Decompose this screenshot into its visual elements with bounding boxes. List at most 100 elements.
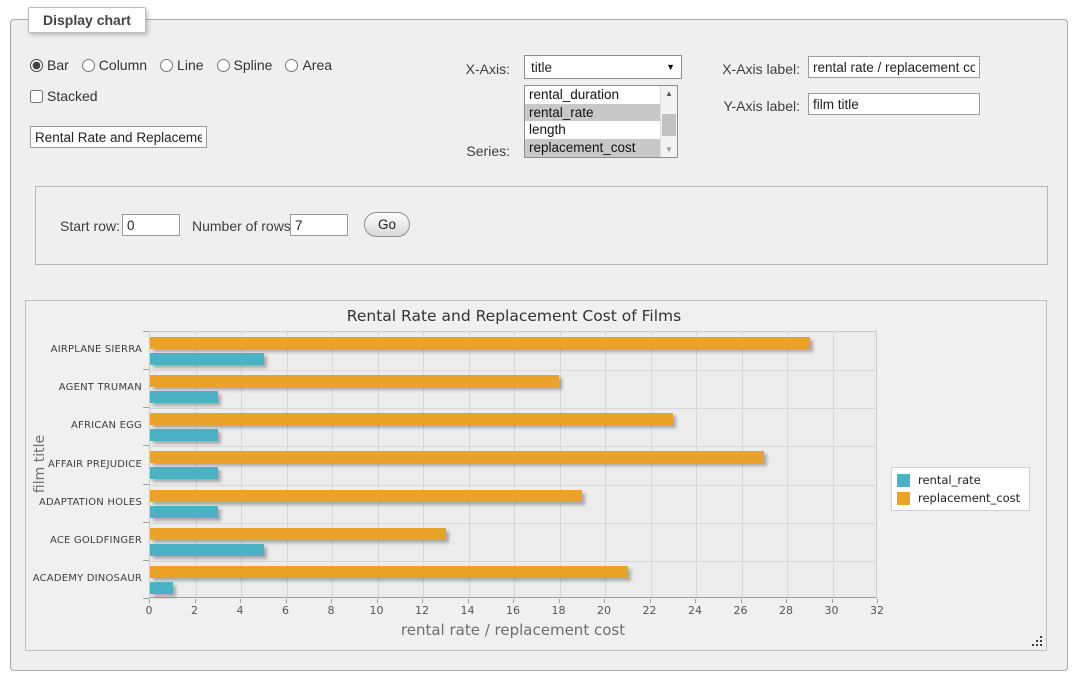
category-label: ACADEMY DINOSAUR xyxy=(30,573,142,584)
chart-title-input[interactable] xyxy=(30,126,207,148)
y-tick xyxy=(143,407,149,408)
bar-replacement_cost xyxy=(150,566,628,578)
scroll-down-icon[interactable]: ▼ xyxy=(661,142,677,157)
x-tick xyxy=(377,599,378,603)
bar-replacement_cost xyxy=(150,413,673,425)
chart-type-radio-spline[interactable] xyxy=(217,59,230,72)
x-tick-label: 32 xyxy=(870,604,884,617)
scrollbar-thumb[interactable] xyxy=(662,114,676,136)
series-select-label: Series: xyxy=(420,143,510,159)
y-tick xyxy=(143,331,149,332)
bar-rental_rate xyxy=(150,582,173,594)
chart-type-radio-area[interactable] xyxy=(285,59,298,72)
gridline xyxy=(241,332,242,597)
x-axis-selected-value: title xyxy=(531,60,552,75)
y-axis-label-input[interactable] xyxy=(808,93,980,115)
chart-type-option-bar[interactable]: Bar xyxy=(30,57,69,73)
start-row-input[interactable] xyxy=(122,214,180,236)
scroll-up-icon[interactable]: ▲ xyxy=(661,86,677,101)
x-tick-label: 20 xyxy=(597,604,611,617)
x-tick-label: 24 xyxy=(688,604,702,617)
x-tick-label: 14 xyxy=(461,604,475,617)
x-tick xyxy=(786,599,787,603)
y-axis-label-caption: Y-Axis label: xyxy=(700,98,800,114)
y-tick xyxy=(143,560,149,561)
x-axis-select[interactable]: title ▼ xyxy=(524,55,682,79)
x-tick xyxy=(513,599,514,603)
go-button[interactable]: Go xyxy=(364,212,410,237)
x-axis-label-input[interactable] xyxy=(808,56,980,78)
row-range-panel: Start row: Number of rows: Go xyxy=(35,186,1048,265)
chart-type-label: Area xyxy=(302,57,332,73)
dropdown-arrow-icon: ▼ xyxy=(666,62,675,72)
gridline xyxy=(287,332,288,597)
x-tick xyxy=(741,599,742,603)
series-option-replacement_cost[interactable]: replacement_cost xyxy=(525,139,660,157)
series-option-rental_duration[interactable]: rental_duration xyxy=(525,86,660,104)
category-label: AFFAIR PREJUDICE xyxy=(30,459,142,470)
x-tick-label: 16 xyxy=(506,604,520,617)
chart-type-option-area[interactable]: Area xyxy=(285,57,332,73)
x-tick xyxy=(331,599,332,603)
panel-title: Display chart xyxy=(43,12,131,28)
gridline xyxy=(696,332,697,597)
gridline xyxy=(332,332,333,597)
gridline xyxy=(787,332,788,597)
x-axis-select-label: X-Axis: xyxy=(420,61,510,77)
chart-type-radio-line[interactable] xyxy=(160,59,173,72)
x-axis-title: rental rate / replacement cost xyxy=(149,621,877,639)
bar-rental_rate xyxy=(150,467,218,479)
x-tick xyxy=(422,599,423,603)
y-tick xyxy=(143,445,149,446)
series-option-length[interactable]: length xyxy=(525,121,660,139)
x-tick xyxy=(695,599,696,603)
legend-item-rental_rate: rental_rate xyxy=(897,473,1020,487)
chart-type-label: Bar xyxy=(47,57,69,73)
start-row-label: Start row: xyxy=(60,218,120,234)
x-tick-label: 12 xyxy=(415,604,429,617)
x-tick xyxy=(559,599,560,603)
x-tick-label: 4 xyxy=(237,604,244,617)
chart-type-radio-column[interactable] xyxy=(82,59,95,72)
number-of-rows-input[interactable] xyxy=(290,214,348,236)
legend-label: replacement_cost xyxy=(918,491,1020,505)
legend-label: rental_rate xyxy=(918,473,981,487)
x-tick-label: 26 xyxy=(734,604,748,617)
category-label: ADAPTATION HOLES xyxy=(30,497,142,508)
bar-replacement_cost xyxy=(150,337,810,349)
y-tick xyxy=(143,522,149,523)
resize-handle-icon[interactable] xyxy=(1031,635,1043,647)
stacked-checkbox[interactable] xyxy=(30,90,43,103)
gridline xyxy=(742,332,743,597)
number-of-rows-label: Number of rows: xyxy=(192,218,295,234)
category-label: ACE GOLDFINGER xyxy=(30,535,142,546)
chart-container: Rental Rate and Replacement Cost of Film… xyxy=(25,300,1047,651)
chart-type-label: Spline xyxy=(234,57,273,73)
x-tick-label: 6 xyxy=(282,604,289,617)
chart-type-option-line[interactable]: Line xyxy=(160,57,203,73)
gridline xyxy=(560,332,561,597)
bar-rental_rate xyxy=(150,544,264,556)
gridline xyxy=(196,332,197,597)
gridline xyxy=(150,408,876,409)
x-axis-label-caption: X-Axis label: xyxy=(700,61,800,77)
gridline xyxy=(150,446,876,447)
display-chart-tab: Display chart xyxy=(28,7,146,33)
chart-type-option-spline[interactable]: Spline xyxy=(217,57,273,73)
chart-type-radio-bar[interactable] xyxy=(30,59,43,72)
bar-rental_rate xyxy=(150,429,218,441)
category-label: AGENT TRUMAN xyxy=(30,382,142,393)
stacked-option[interactable]: Stacked xyxy=(30,88,98,104)
stacked-row: Stacked xyxy=(30,88,98,104)
chart-type-option-column[interactable]: Column xyxy=(82,57,147,73)
bar-replacement_cost xyxy=(150,375,559,387)
gridline xyxy=(150,561,876,562)
gridline xyxy=(514,332,515,597)
chart-title: Rental Rate and Replacement Cost of Film… xyxy=(26,307,1002,325)
series-option-rental_rate[interactable]: rental_rate xyxy=(525,104,660,122)
x-tick-label: 18 xyxy=(552,604,566,617)
chart-type-label: Line xyxy=(177,57,203,73)
gridline xyxy=(150,485,876,486)
series-multiselect[interactable]: rental_durationrental_ratelengthreplacem… xyxy=(524,85,678,158)
series-scrollbar[interactable]: ▲ ▼ xyxy=(660,86,677,157)
